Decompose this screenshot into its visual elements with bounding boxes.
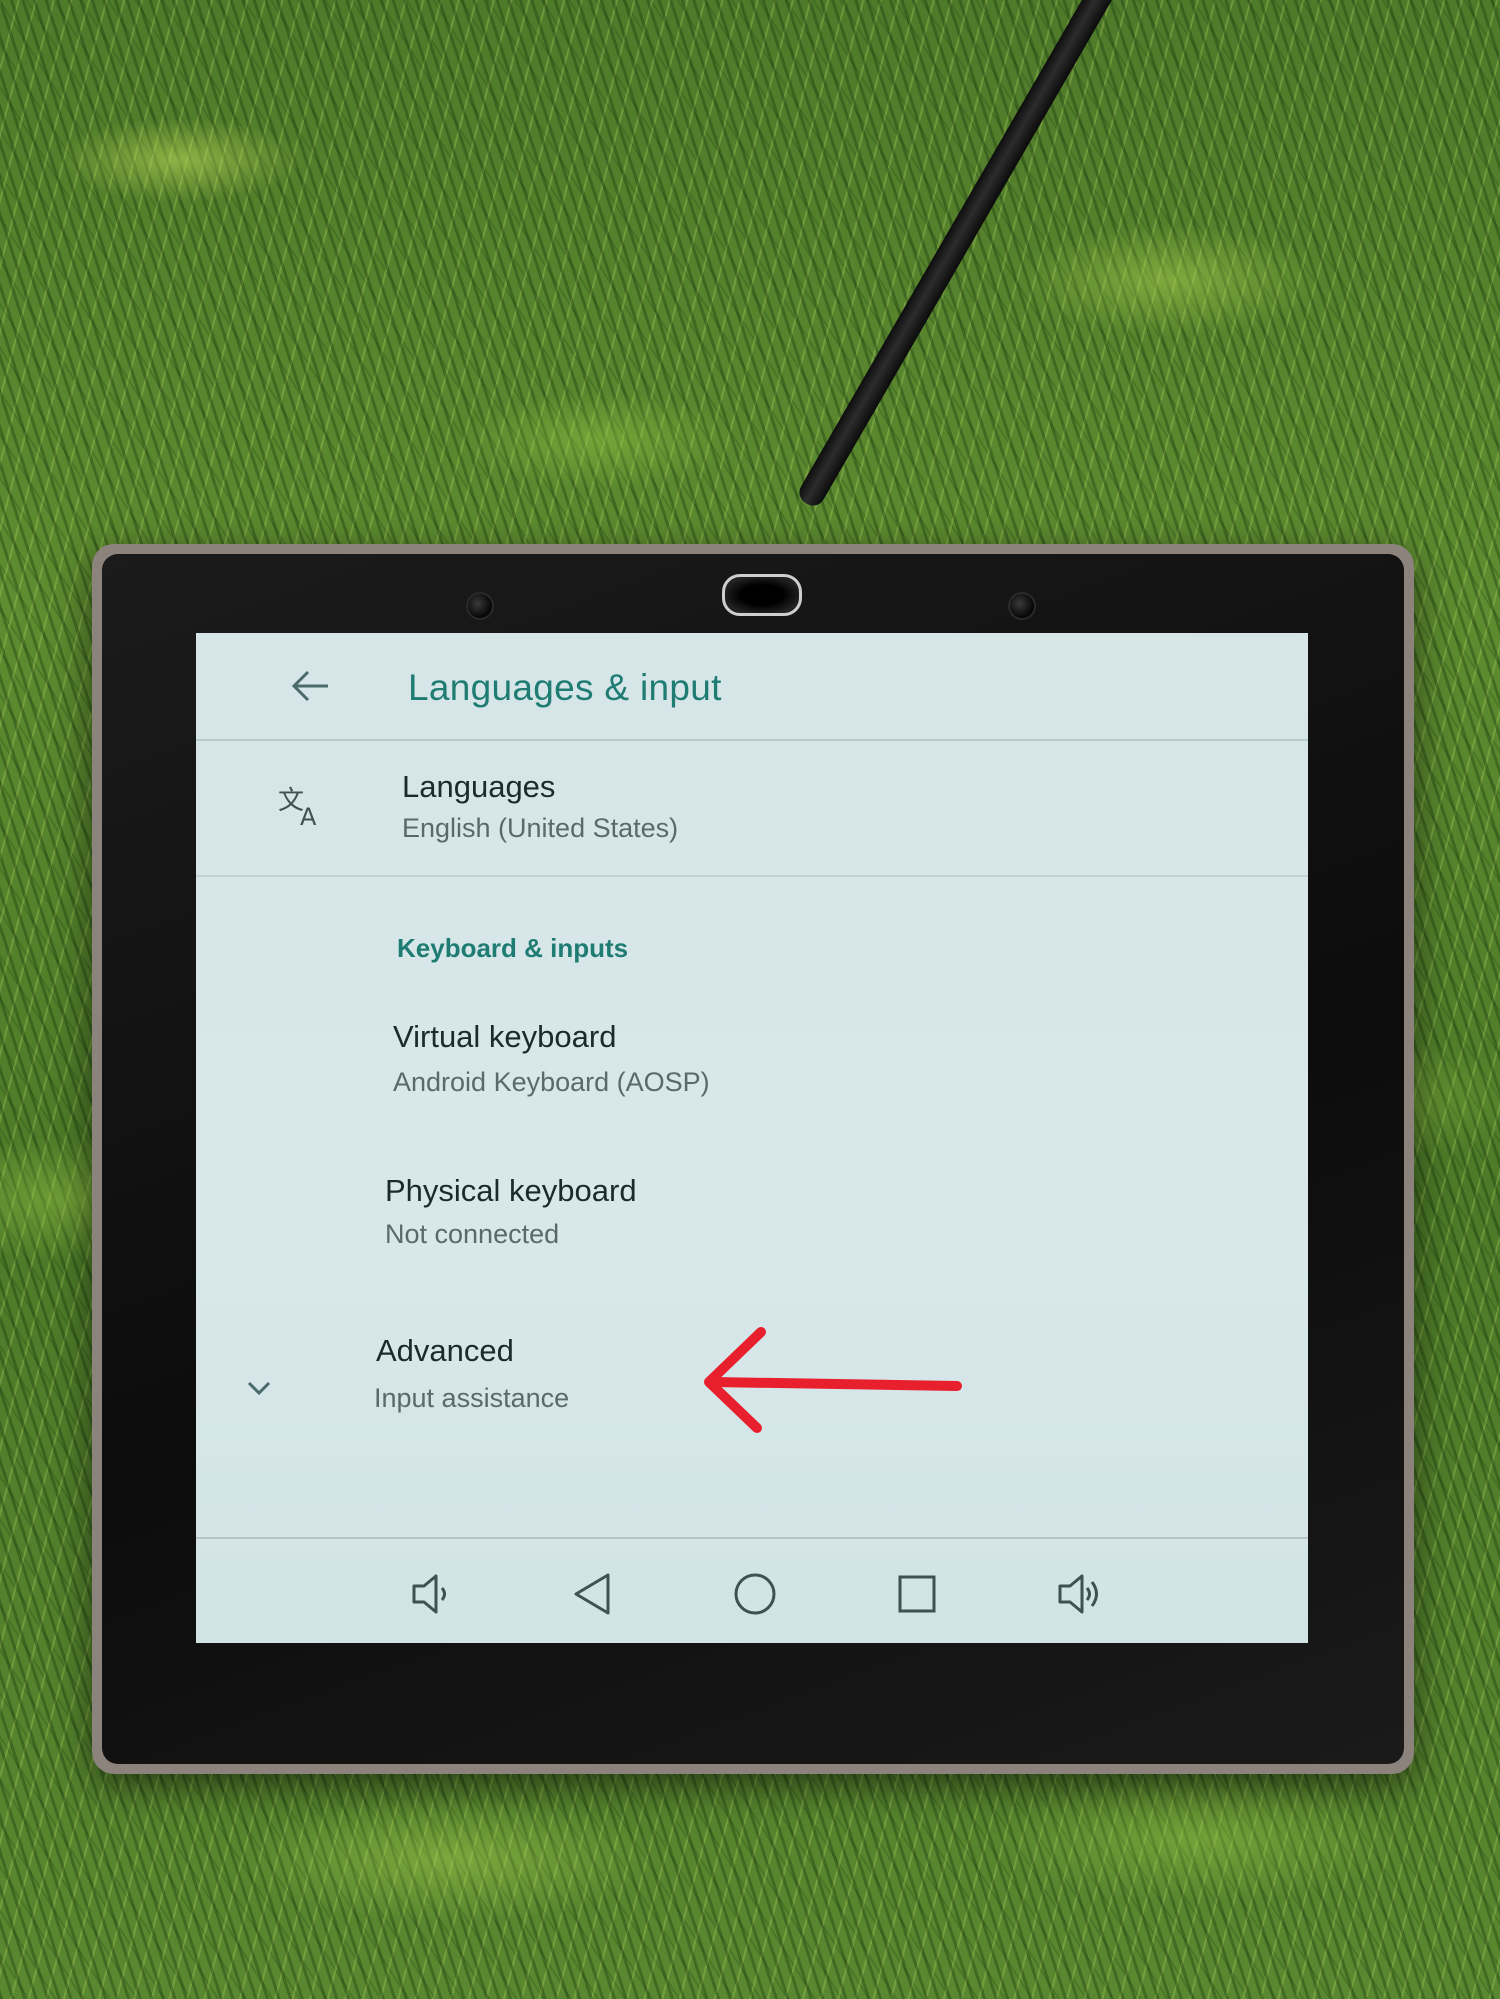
photo-background: Languages & input 文 A Languages English … — [0, 0, 1500, 1999]
sensor-right — [1008, 592, 1036, 620]
virtual-keyboard-title: Virtual keyboard — [393, 1019, 617, 1054]
translate-icon: 文 A — [278, 786, 317, 829]
home-icon[interactable] — [730, 1569, 780, 1619]
languages-title: Languages — [402, 769, 556, 804]
page-title: Languages & input — [408, 667, 722, 708]
advanced-summary: Input assistance — [374, 1383, 570, 1413]
physical-keyboard-summary: Not connected — [385, 1219, 560, 1249]
back-icon[interactable] — [568, 1569, 618, 1619]
cable — [795, 0, 1128, 510]
languages-summary: English (United States) — [402, 813, 679, 843]
svg-text:A: A — [300, 803, 317, 829]
sensor-left — [466, 592, 494, 620]
keyboard-section-header: Keyboard & inputs — [397, 933, 629, 963]
chevron-down-icon — [247, 1381, 271, 1396]
volume-up-icon[interactable] — [1054, 1569, 1104, 1619]
recents-icon[interactable] — [892, 1569, 942, 1619]
navigation-bar — [196, 1537, 1308, 1643]
physical-keyboard-item[interactable]: Physical keyboard Not connected — [196, 1163, 1308, 1293]
virtual-keyboard-summary: Android Keyboard (AOSP) — [393, 1067, 710, 1097]
virtual-keyboard-item[interactable]: Virtual keyboard Android Keyboard (AOSP) — [196, 1009, 1308, 1139]
volume-down-icon[interactable] — [406, 1569, 456, 1619]
app-bar: Languages & input — [196, 633, 1308, 741]
front-camera — [722, 574, 802, 616]
languages-item[interactable]: 文 A Languages English (United States) — [196, 739, 1308, 877]
back-arrow-icon[interactable] — [290, 669, 330, 703]
device-screen: Languages & input 文 A Languages English … — [196, 633, 1308, 1643]
advanced-title: Advanced — [376, 1333, 514, 1368]
red-arrow-annotation — [704, 1327, 962, 1433]
physical-keyboard-title: Physical keyboard — [385, 1173, 637, 1208]
